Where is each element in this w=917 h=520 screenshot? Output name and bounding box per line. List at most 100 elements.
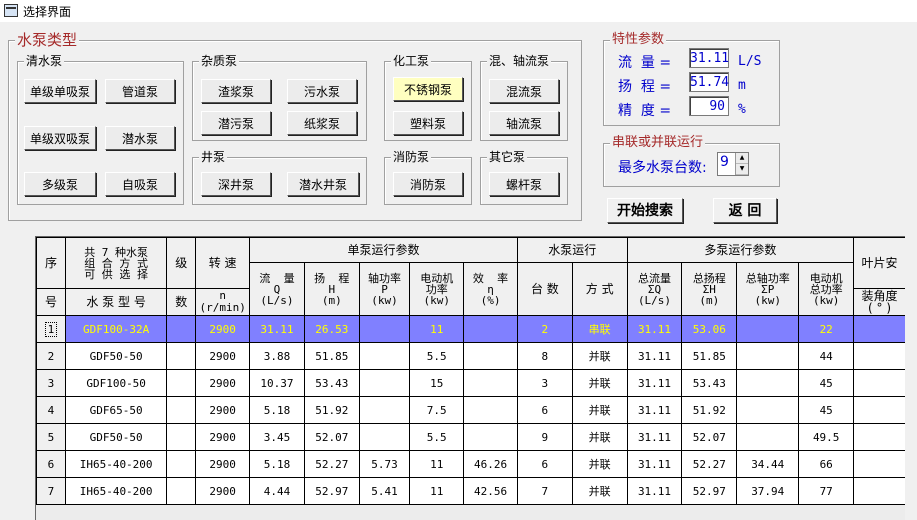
stainless-steel-pump-button[interactable]: 不锈钢泵 xyxy=(393,77,463,101)
cell-mode[interactable]: 并联 xyxy=(571,396,628,424)
cell-total-motor[interactable]: 45 xyxy=(798,369,855,397)
cell-stages[interactable] xyxy=(166,423,197,451)
cell-efficiency[interactable]: 46.26 xyxy=(463,450,518,478)
row-number[interactable]: 5 xyxy=(36,423,66,451)
row-number[interactable]: 4 xyxy=(36,396,66,424)
cell-head[interactable]: 52.27 xyxy=(303,450,360,478)
cell-blade-angle[interactable] xyxy=(853,369,905,397)
cell-speed[interactable]: 2900 xyxy=(195,369,251,397)
cell-efficiency[interactable] xyxy=(463,315,518,343)
cell-blade-angle[interactable] xyxy=(853,315,905,343)
cell-count[interactable]: 9 xyxy=(516,423,573,451)
cell-motor-power[interactable]: 15 xyxy=(409,369,465,397)
cell-total-head[interactable]: 52.97 xyxy=(681,477,738,505)
cell-shaft-power[interactable] xyxy=(358,396,411,424)
spinner-arrows[interactable]: ▲ ▼ xyxy=(735,153,748,175)
cell-stages[interactable] xyxy=(166,342,197,370)
cell-head[interactable]: 53.43 xyxy=(303,369,360,397)
cell-motor-power[interactable]: 11 xyxy=(409,315,465,343)
cell-total-head[interactable]: 53.06 xyxy=(681,315,738,343)
deep-well-pump-button[interactable]: 深井泵 xyxy=(201,172,271,196)
cell-model[interactable]: GDF50-50 xyxy=(64,423,168,451)
cell-total-shaft[interactable] xyxy=(736,423,800,451)
cell-blade-angle[interactable] xyxy=(853,477,905,505)
pipeline-pump-button[interactable]: 管道泵 xyxy=(105,79,175,103)
cell-motor-power[interactable]: 7.5 xyxy=(409,396,465,424)
cell-head[interactable]: 52.97 xyxy=(303,477,360,505)
cell-model[interactable]: IH65-40-200 xyxy=(64,477,168,505)
cell-total-head[interactable]: 53.43 xyxy=(681,369,738,397)
cell-speed[interactable]: 2900 xyxy=(195,450,251,478)
cell-mode[interactable]: 串联 xyxy=(571,315,628,343)
cell-mode[interactable]: 并联 xyxy=(571,423,628,451)
cell-stages[interactable] xyxy=(166,396,197,424)
cell-efficiency[interactable] xyxy=(463,342,518,370)
cell-total-flow[interactable]: 31.11 xyxy=(626,477,683,505)
cell-total-flow[interactable]: 31.11 xyxy=(626,396,683,424)
cell-total-flow[interactable]: 31.11 xyxy=(626,450,683,478)
back-button[interactable]: 返 回 xyxy=(713,198,777,223)
cell-blade-angle[interactable] xyxy=(853,423,905,451)
self-priming-pump-button[interactable]: 自吸泵 xyxy=(105,172,175,196)
cell-total-motor[interactable]: 22 xyxy=(798,315,855,343)
precision-input[interactable]: 90 xyxy=(689,96,729,116)
cell-total-motor[interactable]: 77 xyxy=(798,477,855,505)
single-stage-single-suction-button[interactable]: 单级单吸泵 xyxy=(24,79,96,103)
results-grid[interactable]: 序 共 7 种水泵 组 合 方 式 可 供 选 择 级 转 速 单泵运行参数 水… xyxy=(35,236,905,520)
cell-shaft-power[interactable]: 5.73 xyxy=(358,450,411,478)
cell-total-motor[interactable]: 45 xyxy=(798,396,855,424)
row-number[interactable]: 2 xyxy=(36,342,66,370)
cell-blade-angle[interactable] xyxy=(853,342,905,370)
table-row[interactable]: 5 GDF50-50 2900 3.45 52.07 5.5 9 并联 31.11 52.07 49… xyxy=(36,423,905,451)
row-number[interactable]: 7 xyxy=(36,477,66,505)
cell-total-head[interactable]: 52.27 xyxy=(681,450,738,478)
cell-motor-power[interactable]: 11 xyxy=(409,477,465,505)
cell-head[interactable]: 26.53 xyxy=(303,315,360,343)
pulp-pump-button[interactable]: 纸浆泵 xyxy=(287,111,357,135)
cell-count[interactable]: 6 xyxy=(516,396,573,424)
cell-total-shaft[interactable]: 37.94 xyxy=(736,477,800,505)
cell-model[interactable]: IH65-40-200 xyxy=(64,450,168,478)
cell-total-flow[interactable]: 31.11 xyxy=(626,342,683,370)
submersible-sewage-pump-button[interactable]: 潜污泵 xyxy=(201,111,271,135)
cell-motor-power[interactable]: 11 xyxy=(409,450,465,478)
multistage-pump-button[interactable]: 多级泵 xyxy=(24,172,96,196)
cell-efficiency[interactable]: 42.56 xyxy=(463,477,518,505)
cell-count[interactable]: 3 xyxy=(516,369,573,397)
cell-motor-power[interactable]: 5.5 xyxy=(409,342,465,370)
cell-model[interactable]: GDF100-50 xyxy=(64,369,168,397)
cell-shaft-power[interactable] xyxy=(358,315,411,343)
cell-shaft-power[interactable] xyxy=(358,369,411,397)
cell-speed[interactable]: 2900 xyxy=(195,315,251,343)
cell-efficiency[interactable] xyxy=(463,396,518,424)
cell-total-shaft[interactable] xyxy=(736,369,800,397)
cell-stages[interactable] xyxy=(166,315,197,343)
table-row[interactable]: 2 GDF50-50 2900 3.88 51.85 5.5 8 并联 31.11 51.85 44 xyxy=(36,342,905,370)
spin-down-icon[interactable]: ▼ xyxy=(736,164,748,175)
cell-speed[interactable]: 2900 xyxy=(195,342,251,370)
cell-total-shaft[interactable] xyxy=(736,342,800,370)
cell-total-motor[interactable]: 66 xyxy=(798,450,855,478)
plastic-pump-button[interactable]: 塑料泵 xyxy=(393,111,463,135)
max-pump-count-spinner[interactable]: 9 ▲ ▼ xyxy=(717,152,749,176)
screw-pump-button[interactable]: 螺杆泵 xyxy=(489,172,559,196)
cell-stages[interactable] xyxy=(166,477,197,505)
head-input[interactable]: 51.74 xyxy=(689,72,729,92)
cell-flow[interactable]: 3.45 xyxy=(249,423,305,451)
cell-count[interactable]: 2 xyxy=(516,315,573,343)
cell-efficiency[interactable] xyxy=(463,369,518,397)
cell-model[interactable]: GDF50-50 xyxy=(64,342,168,370)
cell-head[interactable]: 51.85 xyxy=(303,342,360,370)
cell-speed[interactable]: 2900 xyxy=(195,477,251,505)
cell-flow[interactable]: 5.18 xyxy=(249,396,305,424)
table-row[interactable]: 4 GDF65-50 2900 5.18 51.92 7.5 6 并联 31.11 51.92 45 xyxy=(36,396,905,424)
start-search-button[interactable]: 开始搜索 xyxy=(607,198,683,223)
cell-mode[interactable]: 并联 xyxy=(571,450,628,478)
flow-input[interactable]: 31.11 xyxy=(689,48,729,68)
cell-total-head[interactable]: 51.85 xyxy=(681,342,738,370)
cell-total-head[interactable]: 51.92 xyxy=(681,396,738,424)
cell-flow[interactable]: 31.11 xyxy=(249,315,305,343)
cell-flow[interactable]: 10.37 xyxy=(249,369,305,397)
cell-stages[interactable] xyxy=(166,450,197,478)
cell-speed[interactable]: 2900 xyxy=(195,423,251,451)
